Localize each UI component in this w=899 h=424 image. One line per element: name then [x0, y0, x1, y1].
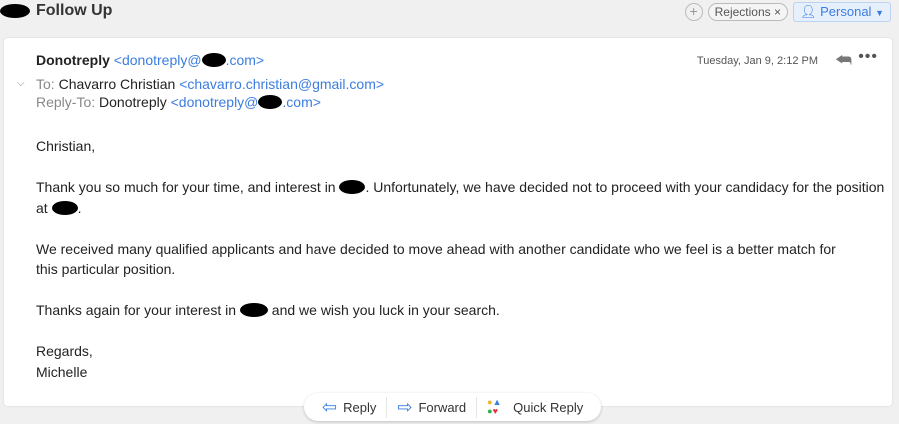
email-date: Tuesday, Jan 9, 2:12 PM: [696, 55, 818, 67]
tag-rejections[interactable]: Rejections ×: [707, 3, 788, 21]
redacted-logo: [0, 4, 30, 18]
expand-details-chevron-icon[interactable]: ⌵: [17, 78, 25, 89]
reply-to-name: Donotreply: [99, 94, 167, 110]
to-name: Chavarro Christian: [58, 76, 176, 92]
reply-to-line: Reply-To: Donotreply <donotreply@ .com>: [36, 94, 321, 110]
quick-reply-label: Quick Reply: [513, 399, 584, 415]
reply-button[interactable]: ⇦ Reply: [312, 396, 388, 418]
quick-reply-button[interactable]: ●▲ ●♥ Quick Reply: [477, 398, 593, 416]
sender-name: Donotreply: [36, 52, 110, 68]
chevron-down-icon: ▼: [875, 8, 884, 18]
person-icon: 👤︎: [800, 4, 817, 19]
reply-label: Reply: [343, 399, 377, 415]
paragraph-2: We received many qualified applicants an…: [36, 240, 836, 278]
toolbar: Follow Up + Rejections × 👤︎ Personal ▼: [0, 0, 899, 24]
tag-label: Rejections: [714, 5, 771, 19]
more-options-icon[interactable]: •••: [858, 48, 878, 66]
paragraph-3: Thanks again for your interest in and we…: [36, 302, 500, 318]
account-label: Personal: [820, 4, 872, 19]
to-line: To: Chavarro Christian <chavarro.christi…: [36, 76, 385, 92]
action-bar: ⇦ Reply ⇨ Forward ●▲ ●♥ Quick Reply: [304, 393, 602, 421]
reply-arrow-icon: ⇦: [322, 396, 338, 417]
email-body: Christian, Thank you so much for your ti…: [36, 136, 892, 382]
add-tag-button[interactable]: +: [684, 3, 703, 21]
reply-to-email[interactable]: <donotreply@ .com>: [171, 94, 321, 110]
closing: Regards,: [36, 343, 93, 359]
forward-label: Forward: [418, 399, 467, 415]
email-card: Donotreply <donotreply@ .com> Tuesday, Ja…: [4, 38, 892, 406]
signature: Michelle: [36, 363, 88, 380]
title-text: Follow Up: [36, 2, 113, 19]
greeting: Christian,: [36, 138, 96, 154]
reply-icon[interactable]: ⮪: [835, 50, 852, 71]
conversation-title: Follow Up: [0, 2, 112, 20]
sender: Donotreply <donotreply@ .com>: [36, 52, 264, 68]
emoji-reactions-icon: ●▲ ●♥: [487, 397, 502, 416]
forward-arrow-icon: ⇨: [397, 396, 413, 417]
paragraph-1: Thank you so much for your time, and int…: [36, 179, 885, 216]
remove-tag-icon[interactable]: ×: [774, 5, 781, 19]
account-selector[interactable]: 👤︎ Personal ▼: [793, 2, 891, 22]
to-email[interactable]: <chavarro.christian@gmail.com>: [179, 76, 384, 92]
sender-email[interactable]: <donotreply@ .com>: [114, 52, 264, 68]
forward-button[interactable]: ⇨ Forward: [387, 396, 478, 418]
